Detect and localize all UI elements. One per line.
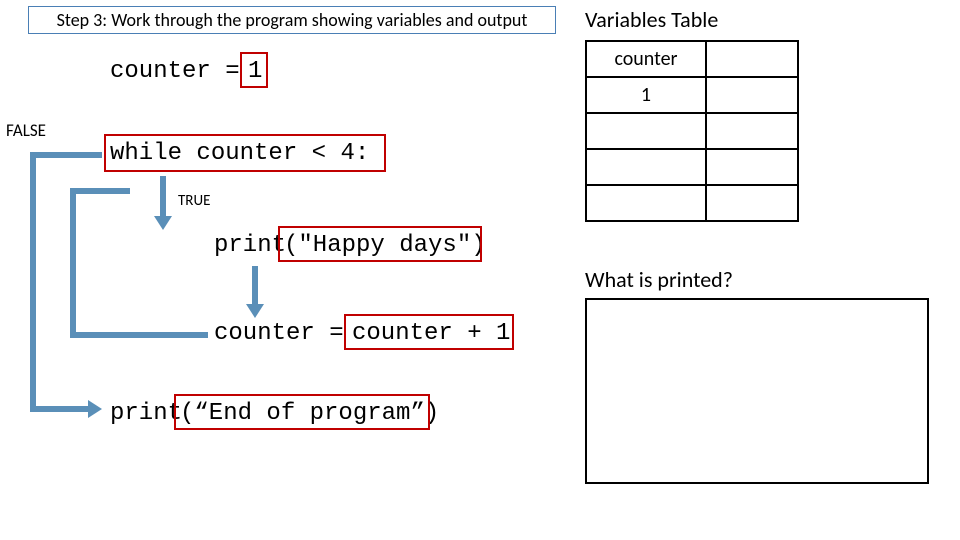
code-assign-left: counter = (110, 58, 240, 85)
table-cell (706, 113, 798, 149)
step-banner: Step 3: Work through the program showing… (28, 6, 556, 34)
table-cell (706, 41, 798, 77)
highlight-box-increment (344, 314, 514, 350)
highlight-box-while (104, 134, 386, 172)
table-cell (586, 149, 706, 185)
table-cell (706, 185, 798, 221)
variables-table: counter 1 (585, 40, 799, 222)
false-arrow-v (30, 152, 36, 412)
true-arrow-v (160, 176, 166, 218)
table-row: 1 (586, 77, 798, 113)
printed-label: What is printed? (585, 266, 733, 293)
table-cell (706, 149, 798, 185)
table-row (586, 113, 798, 149)
false-label: FALSE (6, 120, 46, 141)
code-print2-left: print (110, 400, 182, 427)
code-increment-left: counter = (214, 320, 344, 347)
table-cell (586, 113, 706, 149)
arrow-print-to-inc-v (252, 266, 258, 306)
table-cell (586, 185, 706, 221)
code-print1-left: print (214, 232, 286, 259)
table-row (586, 185, 798, 221)
false-arrow-head (88, 400, 102, 418)
highlight-box-print1 (278, 226, 482, 262)
arrow-print-to-inc-head (246, 304, 264, 318)
highlight-box-print2 (174, 394, 430, 430)
table-row: counter (586, 41, 798, 77)
false-arrow-h2 (30, 406, 90, 412)
loopback-v (70, 188, 76, 338)
loopback-h2 (70, 188, 130, 194)
false-arrow-h1 (30, 152, 102, 158)
true-label: TRUE (178, 192, 210, 210)
table-cell (706, 77, 798, 113)
variables-table-title: Variables Table (585, 6, 718, 33)
loopback-h (70, 332, 208, 338)
table-cell: 1 (586, 77, 706, 113)
variables-table-header: counter (586, 41, 706, 77)
printed-output-box (585, 298, 929, 484)
table-row (586, 149, 798, 185)
highlight-box-1 (240, 52, 268, 88)
true-arrow-head (154, 216, 172, 230)
